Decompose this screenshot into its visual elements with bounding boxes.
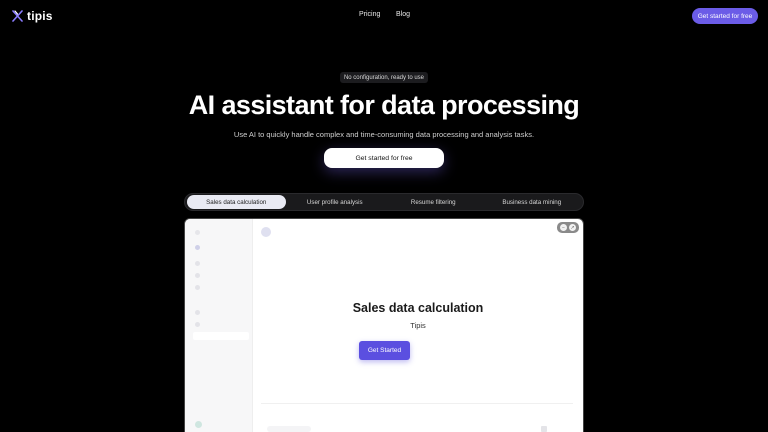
preview-sidebar-selected — [193, 332, 249, 340]
tab-resume-filtering[interactable]: Resume filtering — [384, 195, 483, 209]
hero-get-started-button[interactable]: Get started for free — [324, 148, 444, 168]
app-preview-window: − ↗ Sales data calculation Tipis Get Sta… — [184, 218, 584, 432]
preview-input-option — [267, 426, 311, 432]
nav-get-started-button[interactable]: Get started for free — [692, 8, 758, 24]
tab-sales-data-calculation[interactable]: Sales data calculation — [187, 195, 286, 209]
top-nav: tipis Pricing Blog Get started for free — [0, 0, 768, 32]
nav-link-blog[interactable]: Blog — [396, 11, 410, 18]
preview-sidebar-item — [195, 309, 200, 315]
tab-business-data-mining[interactable]: Business data mining — [483, 195, 582, 209]
use-case-tabs: Sales data calculation User profile anal… — [184, 193, 584, 211]
preview-chat-input — [261, 403, 573, 432]
preview-get-started-button[interactable]: Get Started — [359, 341, 410, 360]
preview-window-controls: − ↗ — [557, 222, 579, 233]
preview-sidebar-item — [195, 272, 200, 278]
preview-sidebar-item — [195, 260, 200, 266]
brand-name: tipis — [27, 9, 53, 23]
logo[interactable]: tipis — [12, 9, 53, 23]
hero-title: AI assistant for data processing — [188, 90, 580, 120]
preview-user-avatar — [195, 420, 202, 428]
preview-sidebar-item — [195, 321, 200, 327]
expand-icon[interactable]: ↗ — [569, 224, 576, 231]
preview-sidebar — [185, 219, 253, 432]
tipis-logo-icon — [12, 10, 23, 22]
tab-user-profile-analysis[interactable]: User profile analysis — [286, 195, 385, 209]
preview-subtitle: Tipis — [410, 321, 426, 330]
preview-main: − ↗ Sales data calculation Tipis Get Sta… — [253, 219, 583, 432]
nav-link-pricing[interactable]: Pricing — [359, 11, 380, 18]
hero-subtitle: Use AI to quickly handle complex and tim… — [233, 130, 535, 139]
minimize-icon[interactable]: − — [560, 224, 567, 231]
attach-icon — [541, 426, 547, 432]
preview-sidebar-header — [195, 229, 200, 235]
preview-sidebar-item — [195, 284, 200, 290]
assistant-avatar — [261, 227, 271, 237]
hero-badge: No configuration, ready to use — [340, 72, 428, 83]
preview-title: Sales data calculation — [352, 301, 484, 315]
preview-sidebar-item — [195, 244, 200, 250]
